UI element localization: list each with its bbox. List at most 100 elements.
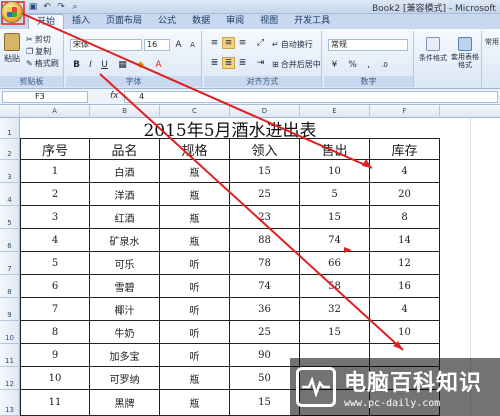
cell-name[interactable]: 红酒 xyxy=(90,206,160,229)
font-size-select[interactable]: 16 xyxy=(144,39,170,51)
cell-name[interactable]: 雪碧 xyxy=(90,275,160,298)
wrap-text-button[interactable]: ↵ 自动换行 xyxy=(272,39,313,50)
bold-button[interactable]: B xyxy=(70,59,83,71)
tab-page-layout[interactable]: 页面布局 xyxy=(98,14,150,29)
cell-index[interactable]: 10 xyxy=(20,367,90,390)
print-preview-icon[interactable]: ⌕ xyxy=(69,1,81,12)
border-icon[interactable]: ▦ xyxy=(116,59,129,71)
cell-name[interactable]: 牛奶 xyxy=(90,321,160,344)
align-bottom-icon[interactable]: ≡ xyxy=(236,37,249,49)
align-left-icon[interactable]: ≣ xyxy=(208,57,221,69)
cell-sold[interactable]: 15 xyxy=(300,206,370,229)
cell-unit[interactable]: 瓶 xyxy=(160,160,230,183)
cell-unit[interactable]: 瓶 xyxy=(160,367,230,390)
cell-received[interactable]: 78 xyxy=(230,252,300,275)
font-name-select[interactable]: 宋体 xyxy=(70,39,142,51)
cell-sold[interactable]: 5 xyxy=(300,183,370,206)
cell-sold[interactable]: 58 xyxy=(300,275,370,298)
row-header[interactable]: 8 xyxy=(0,275,20,298)
cell-unit[interactable]: 瓶 xyxy=(160,183,230,206)
percent-button[interactable]: % xyxy=(346,59,359,71)
cell-name[interactable]: 加多宝 xyxy=(90,344,160,367)
tab-view[interactable]: 视图 xyxy=(252,14,286,29)
cell-sold[interactable]: 15 xyxy=(300,321,370,344)
cut-button[interactable]: ✂ 剪切 xyxy=(26,34,51,45)
row-header[interactable]: 2 xyxy=(0,139,20,160)
row-header[interactable]: 5 xyxy=(0,206,20,229)
cell-index[interactable]: 2 xyxy=(20,183,90,206)
cell-index[interactable]: 11 xyxy=(20,390,90,416)
cell-received[interactable]: 25 xyxy=(230,183,300,206)
cell-received[interactable]: 74 xyxy=(230,275,300,298)
cell-index[interactable]: 4 xyxy=(20,229,90,252)
cell-stock[interactable]: 4 xyxy=(370,298,440,321)
cell-index[interactable]: 8 xyxy=(20,321,90,344)
tab-data[interactable]: 数据 xyxy=(184,14,218,29)
cell-name[interactable]: 椰汁 xyxy=(90,298,160,321)
row-header[interactable]: 7 xyxy=(0,252,20,275)
cell-name[interactable]: 洋酒 xyxy=(90,183,160,206)
cell-index[interactable]: 5 xyxy=(20,252,90,275)
cell-received[interactable]: 36 xyxy=(230,298,300,321)
format-painter-button[interactable]: ✎ 格式刷 xyxy=(26,58,59,69)
row-header[interactable]: 6 xyxy=(0,229,20,252)
cell-index[interactable]: 3 xyxy=(20,206,90,229)
cell-stock[interactable]: 8 xyxy=(370,206,440,229)
underline-button[interactable]: U xyxy=(98,59,111,71)
tab-formulas[interactable]: 公式 xyxy=(150,14,184,29)
cell-name[interactable]: 白酒 xyxy=(90,160,160,183)
cell-stock[interactable]: 12 xyxy=(370,252,440,275)
cell-sold[interactable]: 74 xyxy=(300,229,370,252)
align-center-icon[interactable]: ≣ xyxy=(222,57,235,69)
office-button[interactable] xyxy=(1,1,23,23)
cell-index[interactable]: 6 xyxy=(20,275,90,298)
copy-button[interactable]: ❐ 复制 xyxy=(26,46,51,57)
currency-icon[interactable]: ¥ xyxy=(328,59,341,71)
cell-unit[interactable]: 听 xyxy=(160,344,230,367)
column-title-sold[interactable]: 售出 xyxy=(300,139,370,160)
format-as-table-button[interactable]: 套用表格格式 xyxy=(450,37,480,69)
cell-unit[interactable]: 听 xyxy=(160,321,230,344)
cell-index[interactable]: 1 xyxy=(20,160,90,183)
comma-button[interactable]: , xyxy=(362,59,375,71)
grow-font-icon[interactable]: A xyxy=(172,39,185,51)
row-header[interactable]: 13 xyxy=(0,390,20,416)
tab-home[interactable]: 开始 xyxy=(28,14,65,29)
column-title-stock[interactable]: 库存 xyxy=(370,139,440,160)
cell-unit[interactable]: 听 xyxy=(160,298,230,321)
align-right-icon[interactable]: ≣ xyxy=(236,57,249,69)
merge-center-button[interactable]: ⊞ 合并后居中 xyxy=(272,59,321,70)
row-header[interactable]: 9 xyxy=(0,298,20,321)
cell-received[interactable]: 25 xyxy=(230,321,300,344)
undo-icon[interactable]: ↶ xyxy=(41,1,53,12)
cell-stock[interactable]: 20 xyxy=(370,183,440,206)
column-title-index[interactable]: 序号 xyxy=(20,139,90,160)
column-title-name[interactable]: 品名 xyxy=(90,139,160,160)
select-all-corner[interactable] xyxy=(0,105,20,118)
cell-index[interactable]: 7 xyxy=(20,298,90,321)
tab-insert[interactable]: 插入 xyxy=(64,14,98,29)
paste-button[interactable]: 粘贴 xyxy=(4,33,20,64)
align-top-icon[interactable]: ≡ xyxy=(208,37,221,49)
shrink-font-icon[interactable]: A xyxy=(186,39,199,51)
row-header[interactable]: 11 xyxy=(0,344,20,367)
cell-stock[interactable]: 16 xyxy=(370,275,440,298)
increase-decimal-icon[interactable]: .0 xyxy=(378,59,391,71)
cell-sold[interactable]: 66 xyxy=(300,252,370,275)
column-header-f[interactable]: F xyxy=(370,105,440,118)
cell-sold[interactable]: 10 xyxy=(300,160,370,183)
column-header-a[interactable]: A xyxy=(20,105,90,118)
redo-icon[interactable]: ↷ xyxy=(55,1,67,12)
cell-received[interactable]: 15 xyxy=(230,160,300,183)
column-header-g[interactable] xyxy=(440,105,500,118)
cell-unit[interactable]: 瓶 xyxy=(160,390,230,416)
row-header[interactable]: 4 xyxy=(0,183,20,206)
cell-sold[interactable]: 32 xyxy=(300,298,370,321)
column-title-received[interactable]: 领入 xyxy=(230,139,300,160)
conditional-format-button[interactable]: 条件格式 xyxy=(418,37,448,63)
italic-button[interactable]: I xyxy=(84,59,97,71)
cell-name[interactable]: 可罗纳 xyxy=(90,367,160,390)
indent-icon[interactable]: ⇥ xyxy=(254,57,267,69)
cell-name[interactable]: 黑牌 xyxy=(90,390,160,416)
cell-stock[interactable]: 4 xyxy=(370,160,440,183)
